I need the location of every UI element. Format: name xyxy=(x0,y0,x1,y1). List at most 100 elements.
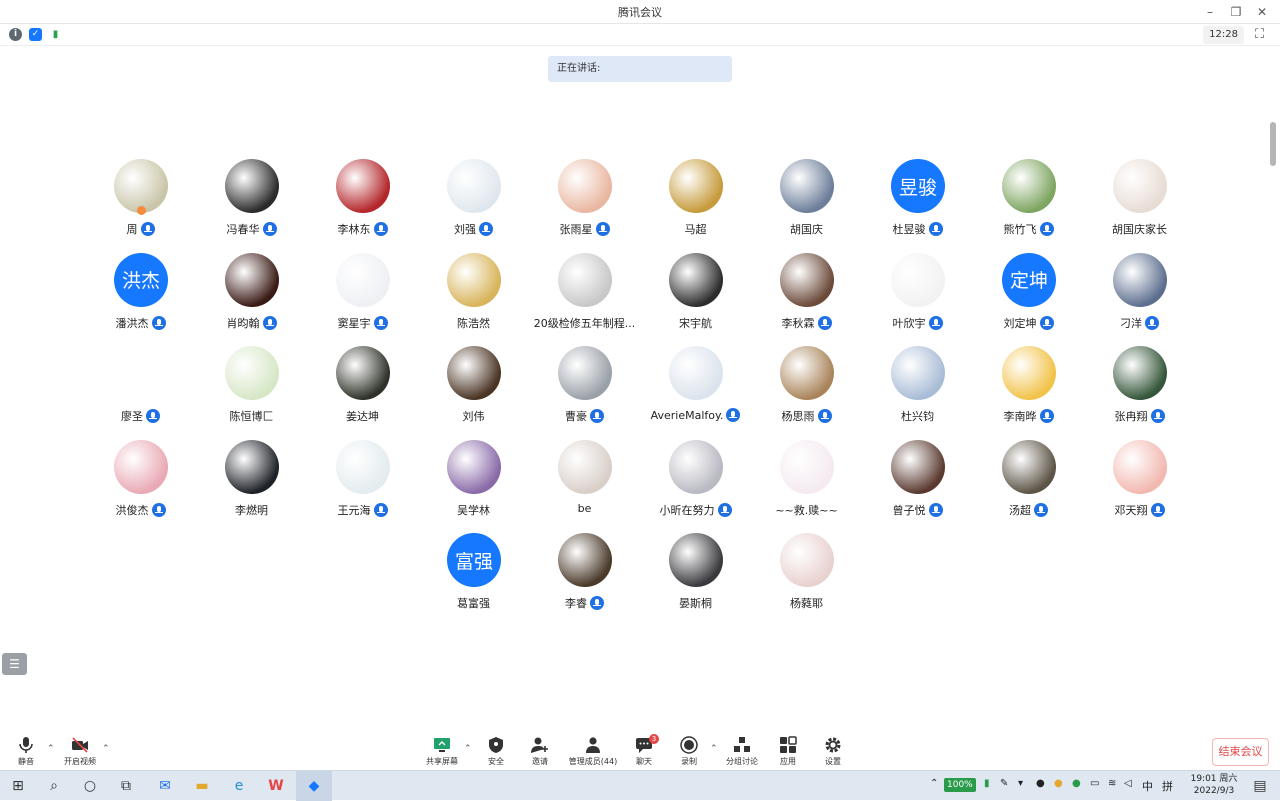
participant-tile[interactable]: 杨蕤耶 xyxy=(751,533,862,627)
participant-tile[interactable]: 刘强 xyxy=(418,159,529,253)
video-options-chevron-icon[interactable]: ⌃ xyxy=(102,744,110,754)
participant-tile[interactable]: 陈恒博匚 xyxy=(196,346,307,440)
mail-icon[interactable]: ✉ xyxy=(155,776,175,796)
participant-name: 李燃明 xyxy=(235,503,268,517)
fullscreen-icon[interactable]: ⛶ xyxy=(1255,27,1270,42)
edge-icon[interactable]: e xyxy=(229,776,249,796)
participant-tile[interactable]: 王元海 xyxy=(307,439,418,534)
participant-tile[interactable]: 熊竹飞 xyxy=(973,159,1084,253)
taskbar-clock[interactable]: 19:01 周六 2022/9/3 xyxy=(1188,773,1240,797)
apps-label: 应用 xyxy=(780,757,796,766)
list-view-icon[interactable]: ☰ xyxy=(2,653,27,675)
participant-tile[interactable]: 马超 xyxy=(640,159,751,253)
participant-tile[interactable]: 胡国庆家长 xyxy=(1084,159,1195,253)
participant-tile[interactable]: 晏斯桐 xyxy=(640,533,751,627)
close-button[interactable]: ✕ xyxy=(1252,2,1272,22)
signal-icon[interactable]: ▮ xyxy=(49,28,62,41)
search-icon[interactable]: ⌕ xyxy=(44,776,64,796)
pen-icon[interactable]: ✎ xyxy=(1000,778,1008,789)
battery-icon[interactable]: ▮ xyxy=(984,778,990,789)
participant-tile[interactable]: 李秋霖 xyxy=(751,252,862,347)
participant-tile[interactable]: 窦星宇 xyxy=(307,252,418,347)
participant-tile[interactable]: 廖圣 xyxy=(85,346,196,440)
wifi-icon[interactable]: ≋ xyxy=(1108,778,1116,789)
participant-tile[interactable]: 杜兴钧 xyxy=(862,346,973,440)
info-icon[interactable]: i xyxy=(9,28,22,41)
ime-indicator[interactable]: 中 xyxy=(1142,778,1153,794)
mute-options-chevron-icon[interactable]: ⌃ xyxy=(47,744,55,754)
wps-icon[interactable]: W xyxy=(266,776,286,796)
participant-tile[interactable]: 姜达坤 xyxy=(307,346,418,440)
participant-tile[interactable]: 胡国庆 xyxy=(751,159,862,253)
scrollbar-thumb[interactable] xyxy=(1270,122,1276,166)
task-view-icon[interactable]: ⧉ xyxy=(116,776,136,796)
notification-icon[interactable]: ▤ xyxy=(1250,776,1270,796)
participant-tile[interactable]: 李林东 xyxy=(307,159,418,253)
avatar xyxy=(1002,159,1056,213)
participant-tile[interactable]: 富强 葛富强 xyxy=(418,533,529,627)
participant-tile[interactable]: 李南晔 xyxy=(973,346,1084,440)
invite-button[interactable]: 邀请 xyxy=(518,736,562,767)
participant-tile[interactable]: 定坤 刘定坤 xyxy=(973,252,1084,347)
file-explorer-icon[interactable]: ▬ xyxy=(192,776,212,796)
record-button[interactable]: 录制 xyxy=(667,736,711,767)
participant-tile[interactable]: ~~救.赎~~ xyxy=(751,439,862,534)
qq-icon[interactable]: ● xyxy=(1036,778,1045,789)
participant-name-row: 杜兴钧 xyxy=(862,408,973,424)
participant-tile[interactable]: 洪俊杰 xyxy=(85,439,196,534)
display-icon[interactable]: ▭ xyxy=(1090,778,1099,789)
volume-icon[interactable]: ◁ xyxy=(1124,778,1132,789)
participant-tile[interactable]: 杨思雨 xyxy=(751,346,862,440)
participant-tile[interactable]: 张冉翔 xyxy=(1084,346,1195,440)
tray-app-icon[interactable]: ● xyxy=(1054,778,1063,789)
participant-tile[interactable]: 陈浩然 xyxy=(418,252,529,347)
security-button[interactable]: 安全 xyxy=(474,736,518,767)
participant-tile[interactable]: 叶欣宇 xyxy=(862,252,973,347)
participant-tile[interactable]: 小昕在努力 xyxy=(640,439,751,534)
microphone-icon xyxy=(817,409,832,423)
wechat-icon[interactable]: ● xyxy=(1072,778,1081,789)
participant-tile[interactable]: 周 xyxy=(85,159,196,253)
breakout-button[interactable]: 分组讨论 xyxy=(720,736,764,767)
ime-mode-indicator[interactable]: 拼 xyxy=(1162,778,1173,794)
settings-button[interactable]: 设置 xyxy=(811,736,855,767)
share-options-chevron-icon[interactable]: ⌃ xyxy=(464,744,472,754)
participant-tile[interactable]: 汤超 xyxy=(973,439,1084,534)
share-screen-button[interactable]: 共享屏幕 xyxy=(420,736,464,767)
usb-icon[interactable]: ▾ xyxy=(1018,778,1023,789)
chat-button[interactable]: 3 聊天 xyxy=(622,734,666,767)
participant-tile[interactable]: 李睿 xyxy=(529,533,640,627)
participant-tile[interactable]: 吴学林 xyxy=(418,439,529,534)
microphone-icon xyxy=(590,596,604,610)
record-options-chevron-icon[interactable]: ⌃ xyxy=(710,744,718,754)
participant-tile[interactable]: AverieMalfoy. xyxy=(640,346,751,440)
participant-tile[interactable]: 冯春华 xyxy=(196,159,307,253)
participant-tile[interactable]: 宋宇航 xyxy=(640,252,751,347)
participant-tile[interactable]: 刁洋 xyxy=(1084,252,1195,347)
tencent-meeting-icon[interactable]: ◆ xyxy=(304,776,324,796)
minimize-button[interactable]: – xyxy=(1200,2,1220,22)
participant-name-row: 小昕在努力 xyxy=(640,502,751,518)
shield-icon[interactable]: ✓ xyxy=(29,28,42,41)
mute-button[interactable]: 静音 xyxy=(4,736,48,767)
end-meeting-button[interactable]: 结束会议 xyxy=(1212,738,1269,766)
apps-button[interactable]: 应用 xyxy=(766,736,810,767)
participant-tile[interactable]: 张雨星 xyxy=(529,159,640,253)
participant-tile[interactable]: 刘伟 xyxy=(418,346,529,440)
video-button[interactable]: 开启视频 xyxy=(58,736,102,767)
manage-members-button[interactable]: 管理成员(44) xyxy=(566,736,620,767)
participant-tile[interactable]: 曾子悦 xyxy=(862,439,973,534)
participant-tile[interactable]: 曹豪 xyxy=(529,346,640,440)
participant-tile[interactable]: be xyxy=(529,439,640,534)
participant-tile[interactable]: 洪杰 潘洪杰 xyxy=(85,252,196,347)
participant-tile[interactable]: 20级检修五年制程... xyxy=(529,252,640,347)
cortana-icon[interactable]: ○ xyxy=(80,776,100,796)
avatar xyxy=(558,346,612,400)
participant-tile[interactable]: 李燃明 xyxy=(196,439,307,534)
restore-button[interactable]: ❐ xyxy=(1226,2,1246,22)
participant-tile[interactable]: 邓天翔 xyxy=(1084,439,1195,534)
participant-tile[interactable]: 肖昀翰 xyxy=(196,252,307,347)
tray-chevron-icon[interactable]: ⌃ xyxy=(930,778,938,789)
windows-start-icon[interactable]: ⊞ xyxy=(8,776,28,796)
participant-tile[interactable]: 昱骏 杜昱骏 xyxy=(862,159,973,253)
